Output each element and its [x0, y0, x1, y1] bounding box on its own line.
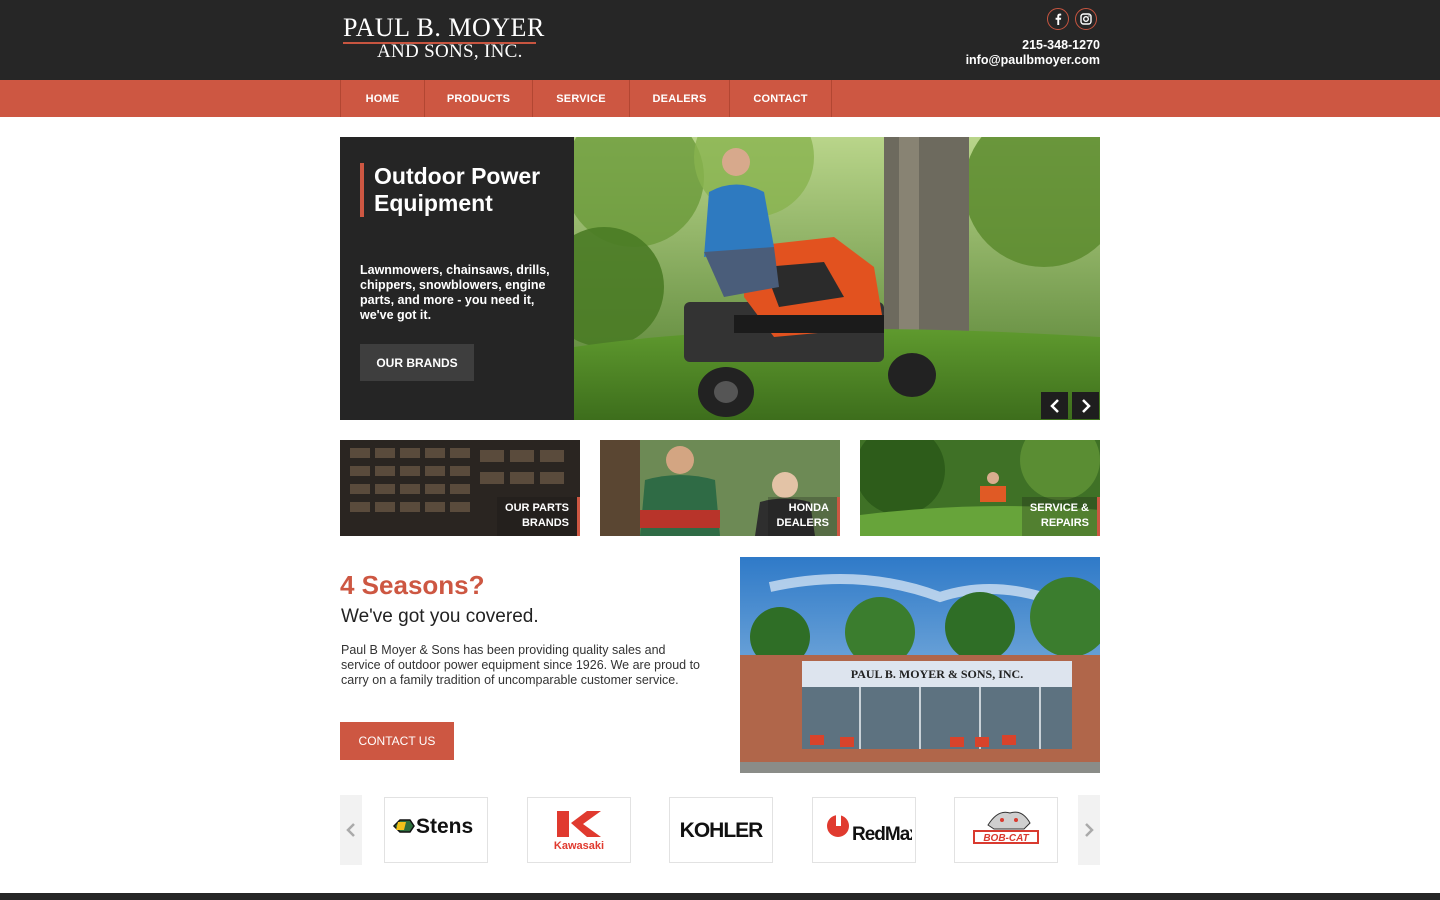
nav-contact[interactable]: CONTACT [730, 80, 832, 117]
hero-title: Outdoor Power Equipment [360, 163, 560, 217]
nav-home[interactable]: HOME [341, 80, 425, 117]
tile-caption-line: DEALERS [776, 517, 829, 529]
brand-logo-stens[interactable]: Stens [384, 797, 488, 863]
tile-caption-line: BRANDS [521, 517, 569, 529]
brand-logo-kawasaki[interactable]: Kawasaki [527, 797, 631, 863]
slider-prev-button[interactable] [1041, 392, 1068, 419]
brand-name: BOB-CAT [983, 833, 1029, 844]
brand-name: Kawasaki [554, 840, 604, 852]
tile-honda-dealers[interactable]: HONDA DEALERS [600, 440, 840, 536]
facebook-icon[interactable] [1047, 8, 1069, 30]
logo-line2: AND SONS, INC. [377, 41, 523, 62]
brand-name: Stens [416, 815, 473, 838]
contact-us-button[interactable]: CONTACT US [340, 722, 454, 760]
chevron-left-icon [1049, 398, 1059, 413]
main-nav: HOME PRODUCTS SERVICE DEALERS CONTACT [0, 80, 1440, 117]
nav-service[interactable]: SERVICE [533, 80, 630, 117]
instagram-icon[interactable] [1075, 8, 1097, 30]
tile-caption: OUR PARTS BRANDS [497, 497, 580, 536]
tile-caption: SERVICE & REPAIRS [1021, 497, 1100, 536]
brand-logo-kohler[interactable]: KOHLER [669, 797, 773, 863]
tile-caption-line: REPAIRS [1040, 517, 1089, 529]
brand-logo-bobcat[interactable]: BOB-CAT [954, 797, 1058, 863]
brands-prev-button[interactable] [340, 795, 362, 865]
tile-caption-line: HONDA [788, 502, 829, 514]
phone-number[interactable]: 215-348-1270 [966, 38, 1100, 53]
nav-dealers[interactable]: DEALERS [630, 80, 730, 117]
slider-next-button[interactable] [1072, 392, 1099, 419]
company-logo[interactable]: PAUL B. MOYER AND SONS, INC. [343, 13, 545, 62]
brand-name: RedMax [852, 824, 912, 845]
site-header: PAUL B. MOYER AND SONS, INC. 215-348-127… [0, 0, 1440, 80]
tile-service-repairs[interactable]: SERVICE & REPAIRS [860, 440, 1100, 536]
email-link[interactable]: info@paulbmoyer.com [966, 53, 1100, 68]
store-sign-text: PAUL B. MOYER & SONS, INC. [851, 667, 1023, 681]
footer-strip [0, 893, 1440, 900]
brand-logo-redmax[interactable]: RedMax [812, 797, 916, 863]
logo-line1: PAUL B. MOYER [343, 13, 545, 44]
about-paragraph: Paul B Moyer & Sons has been providing q… [341, 643, 701, 687]
tile-caption-line: SERVICE & [1029, 502, 1089, 514]
about-subheading: We've got you covered. [341, 606, 539, 627]
brand-name: KOHLER [680, 819, 764, 842]
hero-text-panel: Outdoor Power Equipment Lawnmowers, chai… [340, 137, 574, 420]
nav-products[interactable]: PRODUCTS [425, 80, 533, 117]
tile-parts-brands[interactable]: OUR PARTS BRANDS [340, 440, 580, 536]
chevron-right-icon [1085, 823, 1094, 837]
header-contact: 215-348-1270 info@paulbmoyer.com [966, 38, 1100, 68]
hero-description: Lawnmowers, chainsaws, drills, chippers,… [360, 263, 550, 322]
chevron-left-icon [346, 823, 355, 837]
storefront-image: PAUL B. MOYER & SONS, INC. [740, 557, 1100, 773]
hero-image [574, 137, 1100, 420]
our-brands-button[interactable]: OUR BRANDS [360, 344, 474, 381]
tile-caption: HONDA DEALERS [768, 497, 840, 536]
tile-caption-line: OUR PARTS [505, 502, 569, 514]
chevron-right-icon [1081, 398, 1091, 413]
brands-next-button[interactable] [1078, 795, 1100, 865]
about-heading: 4 Seasons? [340, 570, 485, 600]
